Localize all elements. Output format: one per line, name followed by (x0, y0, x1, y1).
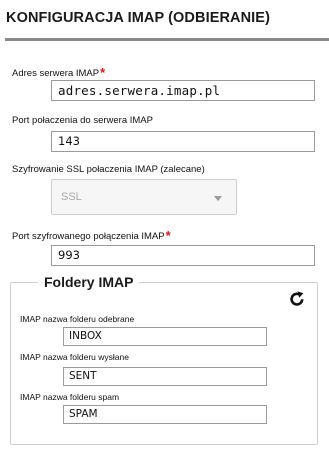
page-title: KONFIGURACJA IMAP (ODBIERANIE) (6, 10, 271, 26)
title-divider (5, 38, 329, 41)
port-input[interactable]: 143 (51, 131, 315, 152)
inbox-folder-input[interactable]: INBOX (63, 327, 267, 346)
ssl-port-label-text: Port szyfrowanego połączenia IMAP (12, 231, 165, 242)
sent-folder-input[interactable]: SENT (63, 367, 267, 386)
server-address-label-text: Adres serwera IMAP (12, 68, 100, 79)
ssl-port-input[interactable]: 993 (51, 245, 315, 266)
spam-folder-label: IMAP nazwa folderu spam (20, 392, 120, 402)
inbox-folder-label: IMAP nazwa folderu odebrane (20, 314, 135, 324)
spam-folder-input[interactable]: SPAM (63, 405, 267, 424)
port-label: Port połaczenia do serwera IMAP (12, 115, 153, 126)
imap-folders-legend: Foldery IMAP (38, 274, 140, 290)
required-asterisk: * (165, 228, 171, 243)
refresh-icon[interactable] (288, 290, 306, 308)
required-asterisk: * (100, 65, 106, 80)
ssl-label: Szyfrowanie SSL połaczenia IMAP (zalecan… (12, 164, 205, 175)
ssl-port-label: Port szyfrowanego połączenia IMAP* (12, 228, 171, 243)
chevron-down-icon (214, 196, 222, 201)
sent-folder-label: IMAP nazwa folderu wysłane (20, 352, 129, 362)
ssl-select[interactable]: SSL (51, 179, 237, 215)
server-address-input[interactable]: adres.serwera.imap.pl (51, 80, 315, 101)
server-address-label: Adres serwera IMAP* (12, 65, 106, 80)
ssl-select-value: SSL (61, 191, 82, 203)
